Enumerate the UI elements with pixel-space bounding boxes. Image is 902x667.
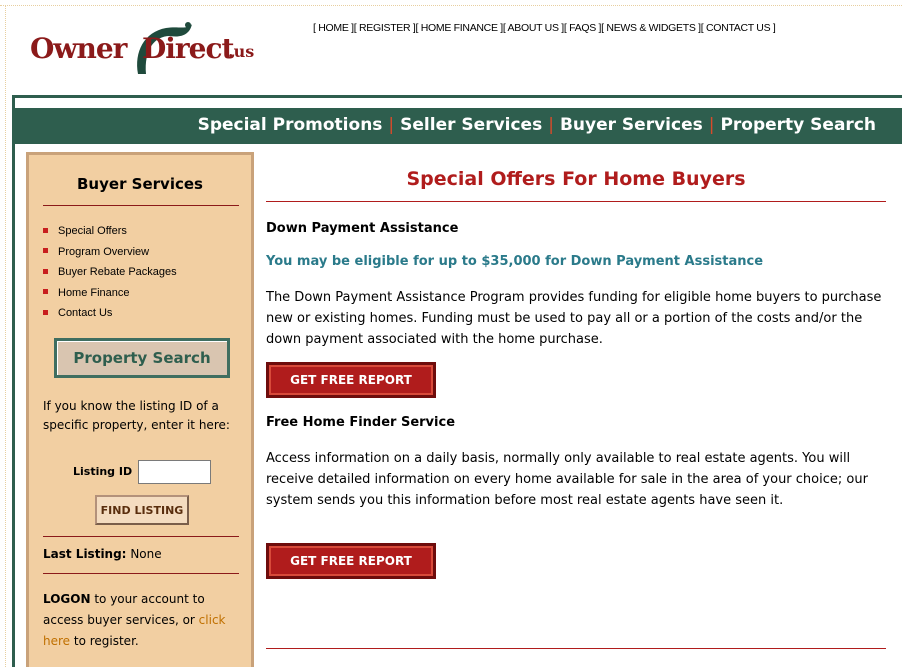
- logo-owner-text: Owner: [30, 32, 127, 65]
- sidebar-item-contact-us[interactable]: Contact Us: [43, 303, 177, 324]
- logon-text-part: to register.: [70, 634, 139, 648]
- last-listing-label: Last Listing:: [43, 547, 127, 561]
- toplink-news-widgets[interactable]: [ NEWS & WIDGETS ]: [601, 22, 701, 34]
- top-links: [ HOME ][ REGISTER ][ HOME FINANCE ][ AB…: [313, 22, 776, 34]
- listing-id-input[interactable]: [138, 460, 211, 484]
- bottom-divider: [266, 648, 886, 649]
- toplink-about-us[interactable]: [ ABOUT US ]: [503, 22, 564, 34]
- toplink-home-finance[interactable]: [ HOME FINANCE ]: [416, 22, 504, 34]
- page-guide-left: [5, 5, 6, 667]
- get-free-report-button-1[interactable]: GET FREE REPORT: [266, 362, 436, 398]
- listing-help-text: If you know the listing ID of a specific…: [43, 399, 230, 432]
- bullet-icon: [43, 248, 48, 254]
- nav-buyer-services[interactable]: Buyer Services: [560, 115, 703, 135]
- section-heading-down-payment: Down Payment Assistance: [266, 221, 459, 236]
- sidebar-item-label[interactable]: Home Finance: [58, 287, 130, 299]
- logon-text: LOGON to your account to access buyer se…: [43, 589, 243, 652]
- bullet-icon: [43, 289, 48, 295]
- sidebar: Buyer Services Special Offers Program Ov…: [26, 152, 254, 667]
- sidebar-item-label[interactable]: Contact Us: [58, 307, 112, 319]
- bullet-icon: [43, 268, 48, 274]
- sidebar-item-label[interactable]: Program Overview: [58, 246, 149, 258]
- logo-direct-text: Direct: [142, 32, 234, 65]
- listing-id-label: Listing ID: [73, 465, 133, 478]
- sidebar-item-label[interactable]: Buyer Rebate Packages: [58, 266, 177, 278]
- nav-separator: |: [708, 115, 715, 135]
- toplink-contact-us[interactable]: [ CONTACT US ]: [701, 22, 776, 34]
- page-guide-top: [0, 5, 902, 6]
- sidebar-item-program-overview[interactable]: Program Overview: [43, 242, 177, 263]
- last-listing: Last Listing: None: [43, 547, 162, 561]
- sidebar-item-label[interactable]: Special Offers: [58, 225, 127, 237]
- sidebar-divider: [43, 536, 239, 537]
- page-title: Special Offers For Home Buyers: [406, 168, 746, 190]
- toplink-register[interactable]: [ REGISTER ]: [354, 22, 416, 34]
- sidebar-menu: Special Offers Program Overview Buyer Re…: [43, 221, 177, 324]
- get-free-report-button-2[interactable]: GET FREE REPORT: [266, 543, 436, 579]
- sidebar-item-buyer-rebate-packages[interactable]: Buyer Rebate Packages: [43, 262, 177, 283]
- down-payment-highlight: You may be eligible for up to $35,000 fo…: [266, 254, 764, 269]
- bullet-icon: [43, 227, 48, 233]
- sidebar-item-home-finance[interactable]: Home Finance: [43, 283, 177, 304]
- main-nav-bar: Special Promotions | Seller Services | Buyer…: [12, 108, 902, 144]
- last-listing-value: None: [130, 547, 162, 561]
- nav-special-promotions[interactable]: Special Promotions: [198, 115, 383, 135]
- toplink-faqs[interactable]: [ FAQS ]: [564, 22, 602, 34]
- down-payment-description: The Down Payment Assistance Program prov…: [266, 290, 882, 347]
- find-listing-button[interactable]: FIND LISTING: [95, 495, 189, 525]
- nav-separator: |: [548, 115, 554, 135]
- title-divider: [266, 201, 886, 202]
- section-heading-home-finder: Free Home Finder Service: [266, 415, 456, 430]
- sidebar-item-special-offers[interactable]: Special Offers: [43, 221, 177, 242]
- nav-property-search[interactable]: Property Search: [720, 115, 876, 135]
- property-search-button[interactable]: Property Search: [54, 338, 230, 378]
- nav-seller-services[interactable]: Seller Services: [400, 115, 542, 135]
- site-logo[interactable]: Owner Direct .us: [30, 18, 270, 80]
- logo-tld-text: .us: [228, 42, 255, 61]
- nav-separator: |: [388, 115, 395, 135]
- toplink-home[interactable]: [ HOME ]: [313, 22, 354, 34]
- home-finder-description: Access information on a daily basis, nor…: [266, 451, 868, 508]
- sidebar-title: Buyer Services: [77, 175, 203, 193]
- sidebar-divider: [43, 205, 239, 206]
- logon-link[interactable]: LOGON: [43, 592, 91, 606]
- sidebar-divider: [43, 573, 239, 574]
- main-nav-items: Special Promotions | Seller Services | Buyer…: [198, 115, 876, 135]
- bullet-icon: [43, 309, 48, 315]
